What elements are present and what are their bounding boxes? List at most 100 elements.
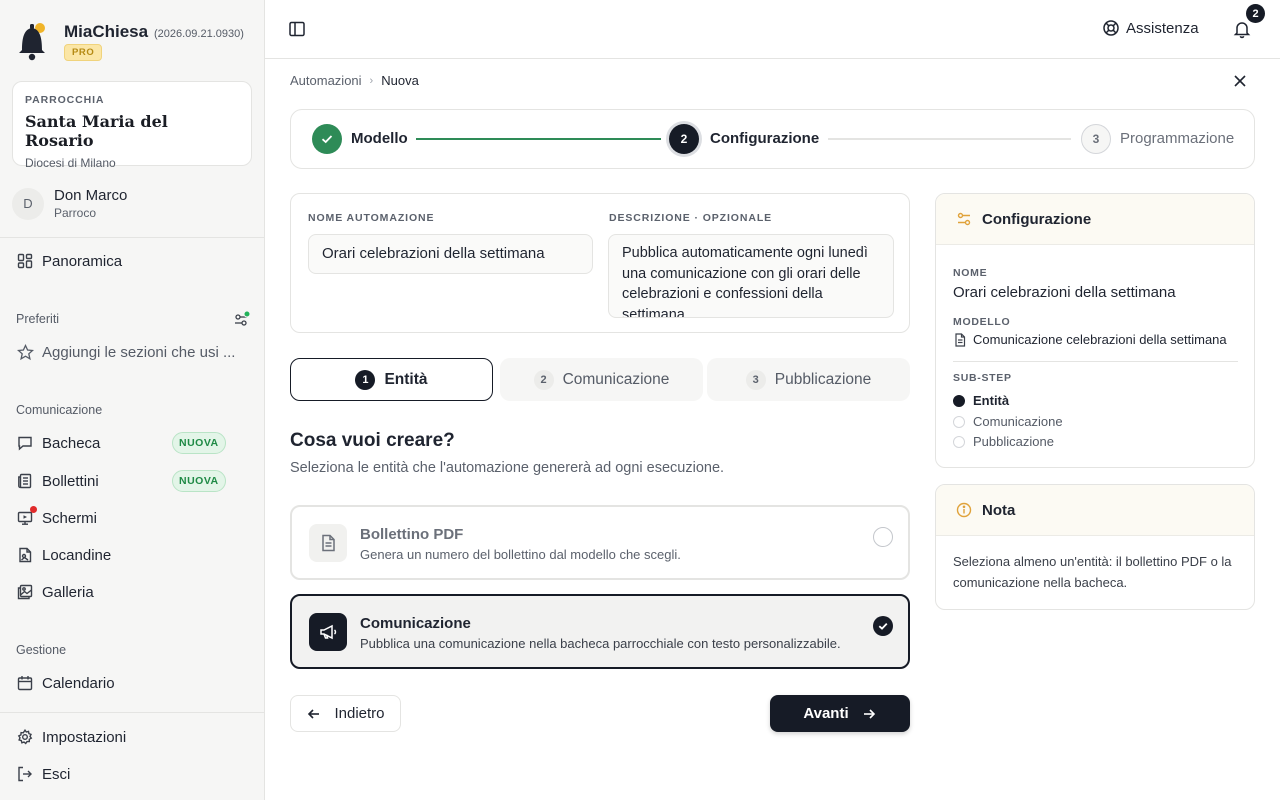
- megaphone-icon: [309, 613, 347, 651]
- step-connector-done: [416, 138, 661, 140]
- sidebar-item-calendar[interactable]: Calendario: [16, 674, 248, 692]
- help-button[interactable]: Assistenza: [1102, 19, 1199, 37]
- calendar-icon: [16, 674, 34, 692]
- option-comunicazione[interactable]: Comunicazione Pubblica una comunicazione…: [290, 594, 910, 669]
- step-3-label[interactable]: Programmazione: [1120, 130, 1234, 147]
- name-field-label: NOME AUTOMAZIONE: [308, 212, 435, 224]
- sidebar-item-bacheca[interactable]: Bacheca NUOVA: [16, 432, 248, 454]
- substep-tabs: 1 Entità 2 Comunicazione 3 Pubblicazione: [290, 358, 910, 401]
- summary-model-label: MODELLO: [953, 316, 1011, 328]
- edit-favorites-icon[interactable]: [233, 310, 251, 329]
- step-connector-todo: [828, 138, 1071, 140]
- sidebar-item-galleria[interactable]: Galleria: [16, 583, 248, 601]
- tab-entita[interactable]: 1 Entità: [290, 358, 493, 401]
- substep-pubblicazione: Pubblicazione: [953, 434, 1054, 449]
- option-bollettino-pdf[interactable]: Bollettino PDF Genera un numero del boll…: [290, 505, 910, 580]
- new-badge: NUOVA: [172, 432, 226, 454]
- tab-label: Entità: [384, 370, 428, 388]
- status-dot: [953, 415, 965, 428]
- sliders-icon: [957, 212, 971, 226]
- close-icon[interactable]: [1231, 72, 1249, 90]
- alert-dot: [30, 506, 37, 513]
- option-checkbox-checked[interactable]: [873, 616, 893, 636]
- section-subtitle: Seleziona le entità che l'automazione ge…: [290, 460, 725, 476]
- automation-form: NOME AUTOMAZIONE Orari celebrazioni dell…: [290, 193, 910, 333]
- gear-icon: [16, 728, 34, 746]
- substep-comunicazione: Comunicazione: [953, 414, 1063, 429]
- step-3-number[interactable]: 3: [1081, 124, 1111, 154]
- divider: [0, 712, 264, 713]
- help-label: Assistenza: [1126, 19, 1199, 37]
- plan-badge: PRO: [64, 44, 103, 61]
- brand[interactable]: MiaChiesa (2026.09.21.0930) PRO: [16, 20, 244, 62]
- tab-number: 2: [533, 369, 554, 390]
- gallery-icon: [16, 583, 34, 601]
- sidebar-item-logout[interactable]: Esci: [16, 765, 248, 783]
- sidebar-item-label: Impostazioni: [42, 728, 127, 746]
- sidebar-item-locandine[interactable]: Locandine: [16, 546, 248, 564]
- document-icon: [955, 332, 966, 347]
- favorites-placeholder-text: Aggiungi le sezioni che usi ...: [42, 343, 236, 361]
- parish-diocese: Diocesi di Milano: [25, 156, 116, 170]
- step-1-label[interactable]: Modello: [351, 130, 408, 147]
- poster-icon: [16, 546, 34, 564]
- next-button[interactable]: Avanti: [770, 695, 910, 732]
- communication-section-label: Comunicazione: [16, 403, 103, 417]
- wizard-stepper: Modello 2 Configurazione 3 Programmazion…: [290, 109, 1255, 169]
- substep-text: Entità: [973, 393, 1010, 408]
- option-title: Bollettino PDF: [360, 526, 464, 543]
- substep-entita: Entità: [953, 393, 1009, 408]
- substep-text: Pubblicazione: [973, 434, 1054, 449]
- user-role: Parroco: [54, 206, 97, 220]
- sidebar-toggle-icon[interactable]: [287, 19, 307, 39]
- sidebar-item-overview[interactable]: Panoramica: [16, 252, 248, 270]
- parish-kicker: PARROCCHIA: [25, 94, 105, 106]
- step-2-label[interactable]: Configurazione: [710, 130, 819, 147]
- automation-name-input[interactable]: Orari celebrazioni della settimana: [308, 234, 593, 274]
- step-1-check-icon[interactable]: [312, 124, 342, 154]
- option-description: Genera un numero del bollettino dal mode…: [360, 547, 681, 562]
- back-label: Indietro: [334, 705, 385, 722]
- panel-title: Nota: [982, 501, 1016, 519]
- info-icon: [956, 502, 972, 518]
- notifications-bell-icon[interactable]: [1232, 19, 1252, 39]
- notifications-count-badge: 2: [1246, 4, 1265, 23]
- sidebar: MiaChiesa (2026.09.21.0930) PRO PARROCCH…: [0, 0, 265, 800]
- automation-description-textarea[interactable]: Pubblica automaticamente ogni lunedì una…: [608, 234, 894, 318]
- option-checkbox[interactable]: [873, 527, 893, 547]
- tab-comunicazione[interactable]: 2 Comunicazione: [500, 358, 703, 401]
- summary-name-label: NOME: [953, 267, 988, 279]
- tab-label: Pubblicazione: [774, 370, 872, 388]
- parish-card[interactable]: PARROCCHIA Santa Maria del Rosario Dioce…: [12, 81, 252, 170]
- sidebar-item-bollettini[interactable]: Bollettini NUOVA: [16, 470, 248, 492]
- chevron-right-icon: ›: [369, 74, 374, 87]
- back-button[interactable]: Indietro: [290, 695, 401, 732]
- arrow-left-icon: [308, 708, 320, 719]
- step-2-number[interactable]: 2: [669, 124, 699, 154]
- arrow-right-icon: [863, 708, 875, 719]
- lifebuoy-icon: [1103, 20, 1119, 36]
- substep-label: SUB-STEP: [953, 372, 1012, 384]
- description-field-label: DESCRIZIONE · OPZIONALE: [609, 212, 773, 224]
- sidebar-item-label: Locandine: [42, 546, 112, 564]
- tab-label: Comunicazione: [562, 370, 670, 388]
- avatar: D: [12, 187, 44, 220]
- tab-pubblicazione[interactable]: 3 Pubblicazione: [707, 358, 910, 401]
- app-name: MiaChiesa: [64, 22, 149, 41]
- favorites-placeholder[interactable]: Aggiungi le sezioni che usi ...: [16, 343, 248, 361]
- management-section-label: Gestione: [16, 643, 67, 657]
- option-title: Comunicazione: [360, 615, 471, 632]
- sidebar-item-label: Bacheca: [42, 434, 101, 452]
- substep-text: Comunicazione: [973, 414, 1063, 429]
- user-profile[interactable]: D Don Marco Parroco: [12, 187, 127, 220]
- parish-name: Santa Maria del Rosario: [25, 112, 168, 150]
- sidebar-item-schermi[interactable]: Schermi: [16, 506, 248, 527]
- new-badge: NUOVA: [172, 470, 226, 492]
- star-icon: [16, 343, 34, 361]
- logout-icon: [16, 765, 34, 783]
- summary-model-value: Comunicazione celebrazioni della settima…: [953, 332, 1227, 347]
- note-text: Seleziona almeno un'entità: il bollettin…: [953, 554, 1232, 590]
- sidebar-item-label: Panoramica: [42, 252, 123, 270]
- breadcrumb-parent[interactable]: Automazioni: [290, 73, 362, 88]
- sidebar-item-settings[interactable]: Impostazioni: [16, 728, 248, 746]
